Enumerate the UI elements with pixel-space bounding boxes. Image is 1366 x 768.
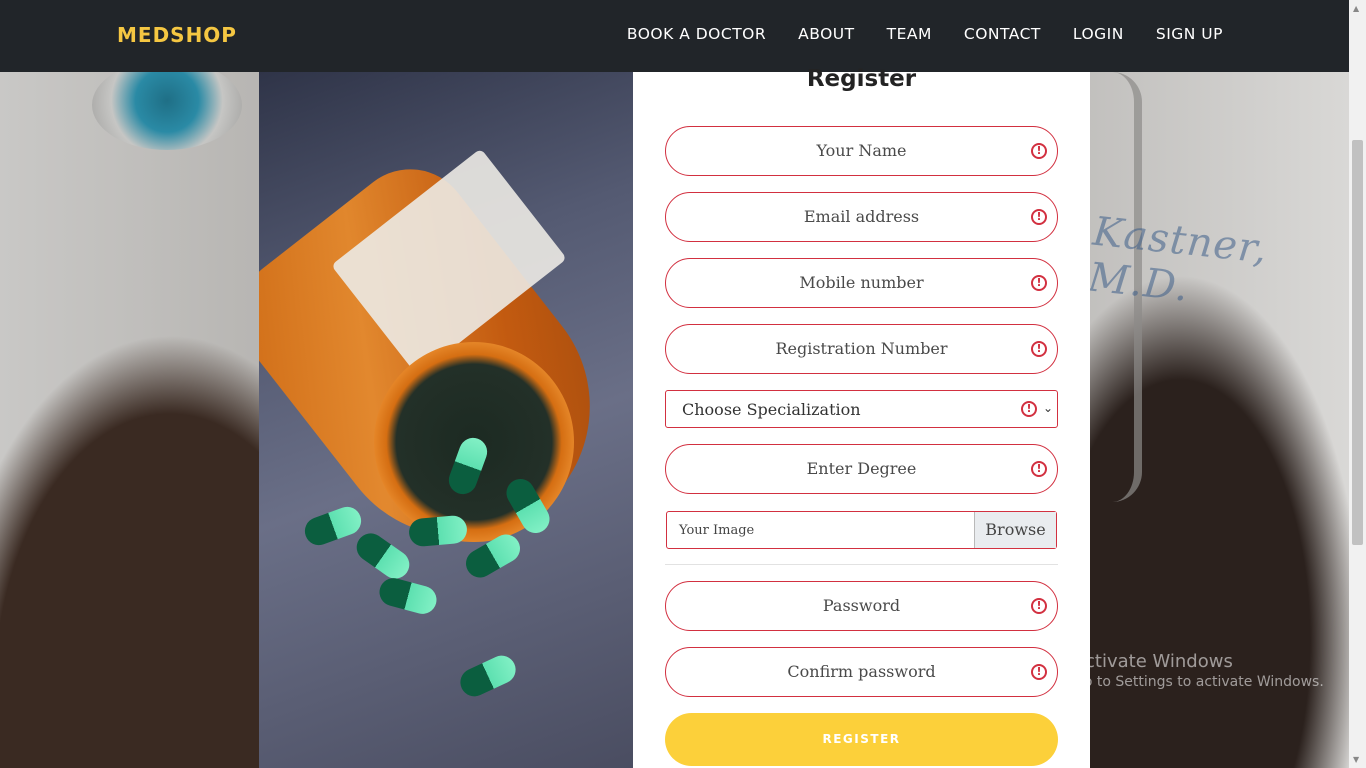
scroll-up-arrow-icon[interactable]: ▲	[1353, 4, 1359, 13]
email-field[interactable]: Email address !	[665, 192, 1058, 242]
error-icon: !	[1031, 341, 1047, 357]
scrollbar-thumb[interactable]	[1352, 140, 1363, 545]
browse-button[interactable]: Browse	[974, 512, 1056, 548]
scroll-down-arrow-icon[interactable]: ▼	[1353, 755, 1359, 764]
degree-placeholder: Enter Degree	[806, 459, 917, 478]
confirm-password-field[interactable]: Confirm password !	[665, 647, 1058, 697]
name-field[interactable]: Your Name !	[665, 126, 1058, 176]
name-placeholder: Your Name	[816, 141, 907, 160]
nav-link-book-a-doctor[interactable]: BOOK A DOCTOR	[627, 25, 766, 43]
capsule	[376, 574, 440, 618]
specialization-selected-value: Choose Specialization	[682, 400, 861, 419]
register-button[interactable]: REGISTER	[665, 713, 1058, 766]
watermark-subtitle: Go to Settings to activate Windows.	[1073, 674, 1324, 690]
error-icon: !	[1031, 598, 1047, 614]
nav-link-sign-up[interactable]: SIGN UP	[1156, 25, 1223, 43]
password-field[interactable]: Password !	[665, 581, 1058, 631]
divider	[665, 564, 1058, 565]
register-panel: Register Your Name ! Email address ! Mob…	[633, 66, 1090, 768]
registration-number-field[interactable]: Registration Number !	[665, 324, 1058, 374]
nav-link-contact[interactable]: CONTACT	[964, 25, 1041, 43]
activate-windows-watermark: Activate Windows Go to Settings to activ…	[1073, 651, 1324, 690]
error-icon: !	[1031, 143, 1047, 159]
capsule	[300, 502, 366, 550]
pills-image	[259, 72, 633, 768]
error-icon: !	[1031, 209, 1047, 225]
capsule	[455, 651, 521, 701]
nav-link-team[interactable]: TEAM	[887, 25, 932, 43]
image-file-label: Your Image	[679, 523, 755, 538]
error-icon: !	[1031, 461, 1047, 477]
image-file-input[interactable]: Your Image Browse	[666, 511, 1057, 549]
error-icon: !	[1031, 664, 1047, 680]
page-title: Register	[806, 66, 917, 92]
email-placeholder: Email address	[803, 207, 920, 226]
mobile-placeholder: Mobile number	[799, 273, 924, 292]
nav-link-about[interactable]: ABOUT	[798, 25, 854, 43]
confirm-password-placeholder: Confirm password	[787, 662, 936, 681]
registration-placeholder: Registration Number	[775, 339, 948, 358]
error-icon: !	[1021, 401, 1037, 417]
chevron-down-icon: ⌄	[1042, 401, 1053, 415]
specialization-select[interactable]: Choose Specialization ! ⌄	[665, 390, 1058, 428]
navbar: MEDSHOP BOOK A DOCTOR ABOUT TEAM CONTACT…	[0, 0, 1349, 72]
page-scrollbar[interactable]: ▲ ▼	[1349, 0, 1366, 768]
watermark-title: Activate Windows	[1073, 651, 1233, 672]
password-placeholder: Password	[822, 596, 901, 615]
mobile-field[interactable]: Mobile number !	[665, 258, 1058, 308]
background-eye-shape	[92, 60, 242, 150]
error-icon: !	[1031, 275, 1047, 291]
nav-link-login[interactable]: LOGIN	[1073, 25, 1124, 43]
degree-field[interactable]: Enter Degree !	[665, 444, 1058, 494]
brand-logo[interactable]: MEDSHOP	[117, 23, 237, 47]
main-nav: BOOK A DOCTOR ABOUT TEAM CONTACT LOGIN S…	[627, 25, 1223, 43]
capsule	[407, 514, 469, 548]
capsule	[351, 527, 415, 585]
